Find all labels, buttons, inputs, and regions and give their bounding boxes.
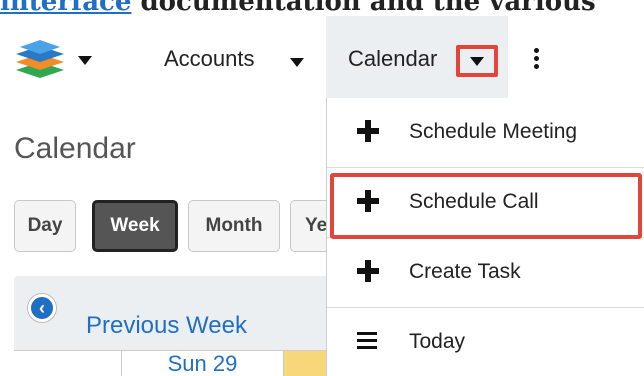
top-nav-bar: Accounts Calendar [0,16,644,98]
calendar-dropdown-toggle[interactable] [456,45,498,77]
time-column-cell [14,351,122,376]
menu-item-label: Create Task [409,260,521,283]
day-header-sun[interactable]: Sun 29 [122,351,284,376]
menu-item-label: Schedule Meeting [409,120,578,143]
month-view-button[interactable]: Month [188,200,280,252]
more-vertical-icon[interactable] [534,48,540,72]
chevron-down-icon [470,56,484,66]
nav-calendar-label[interactable]: Calendar [348,46,437,72]
logo-chevron-down-icon[interactable] [78,52,92,70]
page-title: Calendar [14,132,136,165]
plus-icon [357,260,379,282]
interface-link[interactable]: interface [0,0,131,15]
chevron-left-icon[interactable]: ‹ [28,294,56,322]
accounts-chevron-down-icon[interactable] [290,54,304,72]
menu-item-schedule-meeting[interactable]: Schedule Meeting [327,98,644,168]
nav-accounts[interactable]: Accounts [164,46,255,72]
schedule-call-highlight [330,173,642,239]
day-view-button[interactable]: Day [14,200,76,252]
doc-text: documentation and the various [131,0,596,15]
stacked-layers-logo-icon[interactable] [14,38,66,82]
doc-text-line: interface documentation and the various [0,0,596,15]
plus-icon [357,120,379,142]
menu-item-create-task[interactable]: Create Task [327,238,644,308]
menu-item-today[interactable]: Today [327,308,644,376]
week-view-button[interactable]: Week [92,200,178,252]
calendar-grid: Sun 29 [14,350,334,376]
menu-item-label: Today [409,330,466,353]
previous-week-link[interactable]: Previous Week [86,312,247,340]
hamburger-icon [357,330,379,352]
